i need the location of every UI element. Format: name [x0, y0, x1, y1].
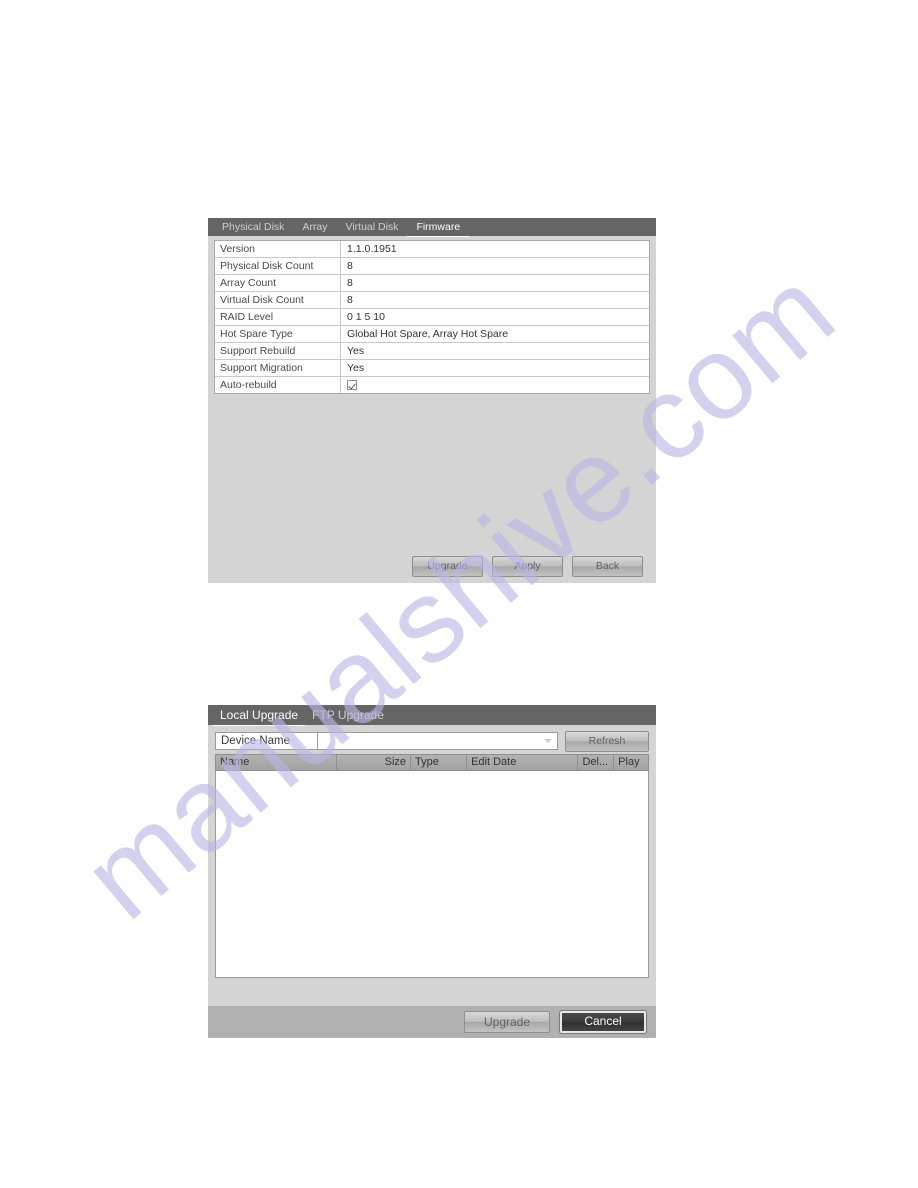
column-header-type[interactable]: Type: [411, 755, 468, 770]
apply-button[interactable]: Apply: [492, 556, 563, 577]
row-label-version: Version: [215, 241, 341, 257]
row-label-array-count: Array Count: [215, 275, 341, 291]
row-value-physical-disk-count: 8: [347, 260, 353, 272]
device-select-wrap: Device Name: [215, 732, 558, 750]
tab-physical-disk[interactable]: Physical Disk: [213, 218, 293, 236]
row-label-hot-spare-type: Hot Spare Type: [215, 326, 341, 342]
row-label-auto-rebuild: Auto-rebuild: [215, 377, 341, 393]
upgrade-button[interactable]: Upgrade: [412, 556, 483, 577]
firmware-info-table: Version 1.1.0.1951 Physical Disk Count 8…: [214, 240, 650, 394]
row-value-array-count: 8: [347, 277, 353, 289]
back-button[interactable]: Back: [572, 556, 643, 577]
column-header-play[interactable]: Play: [614, 755, 648, 770]
firmware-tab-bar: Physical Disk Array Virtual Disk Firmwar…: [208, 218, 656, 237]
upgrade-tab-bar: Local Upgrade FTP Upgrade: [208, 705, 656, 726]
tab-firmware[interactable]: Firmware: [407, 218, 470, 237]
firmware-button-row: Upgrade Apply Back: [208, 556, 656, 577]
table-row: Hot Spare Type Global Hot Spare, Array H…: [215, 326, 649, 343]
row-label-raid-level: RAID Level: [215, 309, 341, 325]
file-list-body[interactable]: [215, 771, 649, 978]
chevron-down-icon: [544, 739, 552, 743]
table-row: Virtual Disk Count 8: [215, 292, 649, 309]
row-label-physical-disk-count: Physical Disk Count: [215, 258, 341, 274]
firmware-panel: Physical Disk Array Virtual Disk Firmwar…: [208, 218, 656, 583]
table-row: Support Migration Yes: [215, 360, 649, 377]
row-label-support-migration: Support Migration: [215, 360, 341, 376]
upgrade-toolbar: Device Name Refresh: [215, 730, 649, 752]
file-list-header: Name Size Type Edit Date Del... Play: [215, 754, 649, 771]
table-row: Array Count 8: [215, 275, 649, 292]
column-header-delete[interactable]: Del...: [578, 755, 615, 770]
row-value-virtual-disk-count: 8: [347, 294, 353, 306]
table-row: Support Rebuild Yes: [215, 343, 649, 360]
row-value-hot-spare-type: Global Hot Spare, Array Hot Spare: [347, 328, 509, 340]
row-value-support-rebuild: Yes: [347, 345, 365, 357]
row-value-version: 1.1.0.1951: [347, 243, 397, 255]
device-name-label[interactable]: Device Name: [215, 732, 318, 750]
row-label-virtual-disk-count: Virtual Disk Count: [215, 292, 341, 308]
row-value-support-migration: Yes: [347, 362, 365, 374]
table-row: RAID Level 0 1 5 10: [215, 309, 649, 326]
tab-virtual-disk[interactable]: Virtual Disk: [337, 218, 408, 236]
cancel-button[interactable]: Cancel: [560, 1011, 646, 1033]
refresh-button[interactable]: Refresh: [565, 730, 649, 752]
column-header-name[interactable]: Name: [216, 755, 337, 770]
tab-ftp-upgrade[interactable]: FTP Upgrade: [305, 705, 391, 725]
row-label-support-rebuild: Support Rebuild: [215, 343, 341, 359]
table-row: Version 1.1.0.1951: [215, 241, 649, 258]
upgrade-footer: Upgrade Cancel: [208, 1006, 656, 1038]
tab-array[interactable]: Array: [293, 218, 336, 236]
upgrade-button[interactable]: Upgrade: [464, 1011, 550, 1033]
column-header-size[interactable]: Size: [337, 755, 412, 770]
table-row: Physical Disk Count 8: [215, 258, 649, 275]
local-upgrade-panel: Local Upgrade FTP Upgrade Device Name Re…: [208, 705, 656, 1038]
auto-rebuild-checkbox[interactable]: [347, 380, 357, 390]
row-value-raid-level: 0 1 5 10: [347, 311, 385, 323]
table-row: Auto-rebuild: [215, 377, 649, 394]
row-value-auto-rebuild: [341, 377, 649, 393]
column-header-edit-date[interactable]: Edit Date: [467, 755, 579, 770]
tab-local-upgrade[interactable]: Local Upgrade: [213, 705, 306, 726]
